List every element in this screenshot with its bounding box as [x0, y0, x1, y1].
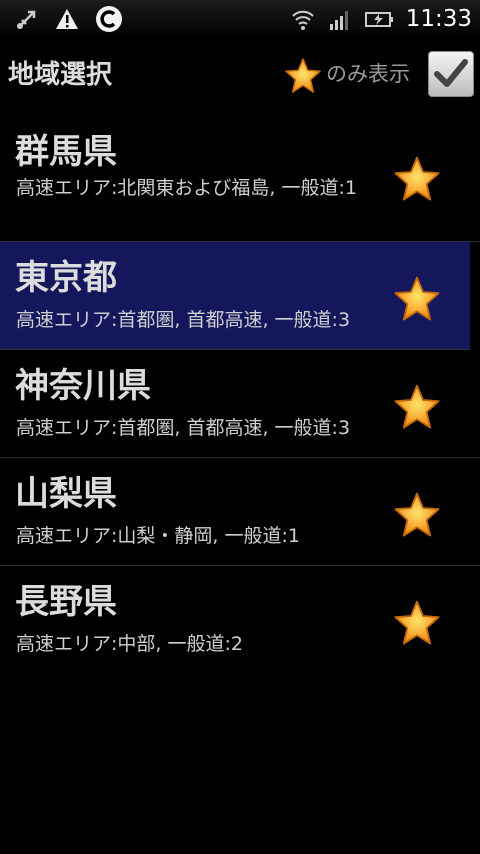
battery-charging-icon — [364, 12, 393, 27]
list-item[interactable]: 群馬県 高速エリア:北関東および福島, 一般道:1 — [0, 132, 480, 242]
star-icon — [285, 58, 321, 93]
favorite-star-icon[interactable] — [393, 490, 441, 538]
list-item[interactable]: 神奈川県 高速エリア:首都圏, 首都高速, 一般道:3 — [0, 350, 480, 458]
favorites-only-checkbox[interactable] — [428, 51, 474, 97]
warning-icon — [56, 9, 78, 29]
region-detail: 高速エリア:首都圏, 首都高速, 一般道:3 — [16, 309, 351, 331]
region-name: 東京都 — [15, 258, 117, 298]
favorite-star-icon[interactable] — [393, 382, 441, 430]
region-name: 山梨県 — [15, 474, 117, 514]
title-bar: 地域選択 のみ表示 — [0, 38, 480, 112]
region-name: 長野県 — [15, 582, 117, 622]
region-detail: 高速エリア:北関東および福島, 一般道:1 — [16, 177, 357, 199]
system-icons: 11:33 — [290, 4, 472, 34]
status-bar: 11:33 — [0, 0, 480, 38]
region-list: 群馬県 高速エリア:北関東および福島, 一般道:1 東京都 高速エリア:首都圏,… — [0, 132, 480, 674]
clock: 11:33 — [405, 6, 472, 32]
region-detail: 高速エリア:山梨・静岡, 一般道:1 — [16, 525, 300, 547]
signal-icon — [329, 11, 348, 30]
c-badge-icon — [96, 6, 122, 32]
list-item[interactable]: 長野県 高速エリア:中部, 一般道:2 — [0, 566, 480, 674]
list-item[interactable]: 東京都 高速エリア:首都圏, 首都高速, 一般道:3 — [0, 242, 470, 350]
checkmark-icon — [434, 59, 468, 87]
wifi-icon — [291, 10, 314, 30]
favorite-star-icon[interactable] — [393, 598, 441, 646]
region-detail: 高速エリア:首都圏, 首都高速, 一般道:3 — [16, 417, 351, 439]
usb-debug-icon — [17, 10, 36, 29]
favorite-star-icon[interactable] — [393, 274, 441, 322]
region-name: 群馬県 — [15, 132, 117, 172]
region-detail: 高速エリア:中部, 一般道:2 — [16, 633, 243, 655]
page-title: 地域選択 — [8, 60, 113, 90]
region-name: 神奈川県 — [15, 366, 151, 406]
favorites-only-label: のみ表示 — [326, 62, 410, 86]
notification-icons — [14, 4, 124, 34]
list-item[interactable]: 山梨県 高速エリア:山梨・静岡, 一般道:1 — [0, 458, 480, 566]
favorite-star-icon[interactable] — [393, 154, 441, 202]
